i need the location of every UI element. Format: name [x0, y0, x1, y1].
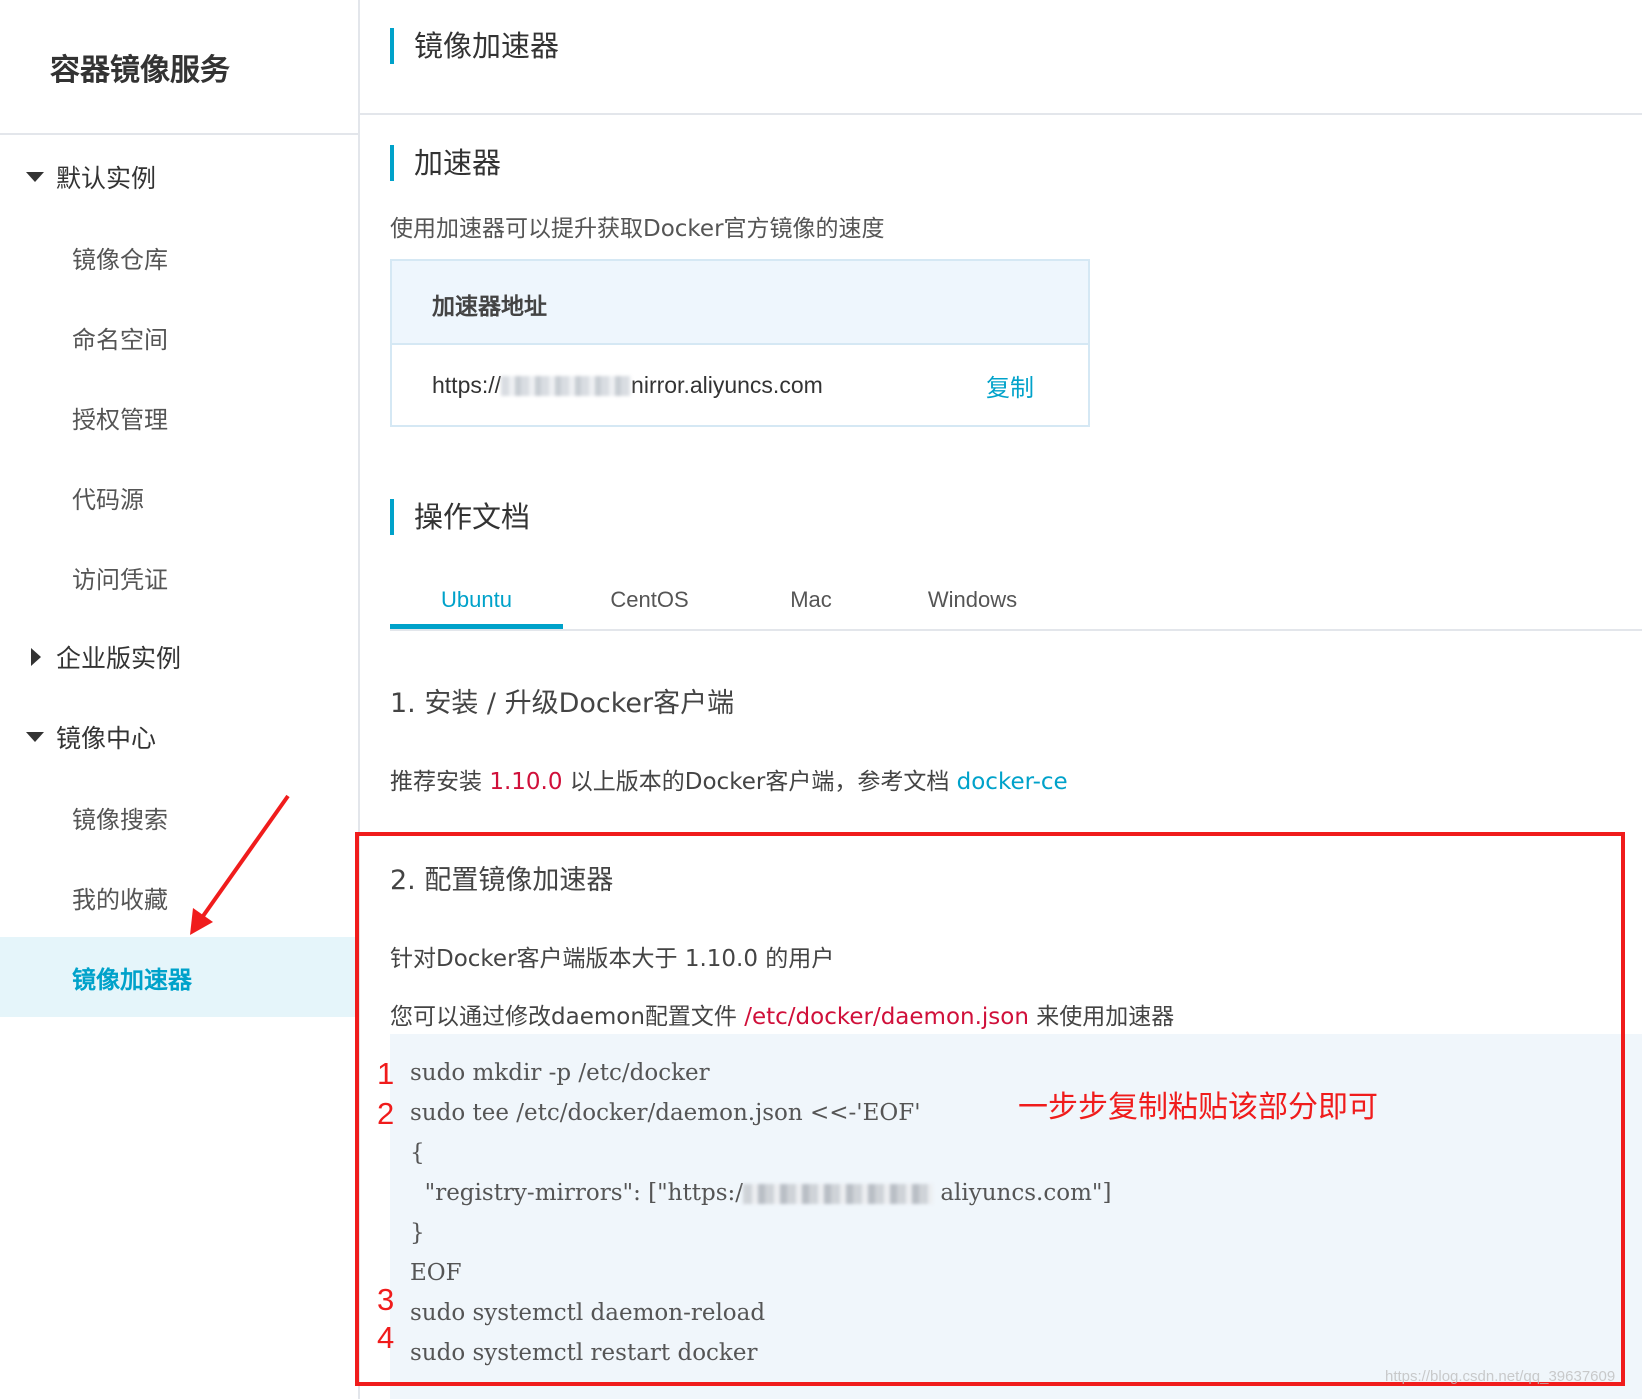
sidebar-group-label: 企业版实例 [56, 644, 182, 673]
caret-right-icon [26, 647, 52, 667]
annotation-number: 2 [377, 1096, 395, 1131]
watermark: https://blog.csdn.net/qq_39637609 [1385, 1368, 1616, 1385]
caret-down-icon [26, 167, 52, 187]
sidebar-item-image-search[interactable]: 镜像搜索 [0, 777, 358, 857]
page-root: 容器镜像服务 默认实例 镜像仓库 命名空间 授权管理 代码源 访问凭证 企业版实… [0, 0, 1642, 1399]
accelerator-heading: 加速器 [390, 145, 1642, 181]
step1-text-before: 推荐安装 [390, 769, 490, 795]
step1-text-middle: 以上版本的Docker客户端，参考文档 [562, 769, 957, 795]
accelerator-url: https:// nirror.aliyuncs.com [432, 372, 823, 399]
accelerator-address-row: https:// nirror.aliyuncs.com 复制 [392, 345, 1088, 425]
page-title: 镜像加速器 [390, 28, 1642, 64]
step1-title: 1. 安装 / 升级Docker客户端 [390, 688, 735, 719]
accelerator-url-suffix: nirror.aliyuncs.com [631, 371, 823, 398]
tab-ubuntu[interactable]: Ubuntu [390, 579, 563, 629]
sidebar-group-enterprise-instance[interactable]: 企业版实例 [0, 617, 358, 697]
page-header: 镜像加速器 [360, 0, 1642, 115]
sidebar-group-label: 镜像中心 [56, 724, 157, 753]
sidebar-title: 容器镜像服务 [0, 0, 358, 135]
sidebar-item-access-credentials[interactable]: 访问凭证 [0, 537, 358, 617]
accelerator-address-header: 加速器地址 [392, 261, 1088, 345]
caret-down-icon [26, 727, 52, 747]
sidebar-item-my-favorites[interactable]: 我的收藏 [0, 857, 358, 937]
sidebar-item-authorization[interactable]: 授权管理 [0, 377, 358, 457]
annotation-number: 3 [377, 1282, 395, 1317]
annotation-note: 一步步复制粘贴该部分即可 [1018, 1090, 1378, 1125]
sidebar-item-image-accelerator[interactable]: 镜像加速器 [0, 937, 358, 1017]
sidebar-group-image-center[interactable]: 镜像中心 [0, 697, 358, 777]
red-arrow-icon [190, 794, 290, 935]
tab-mac[interactable]: Mac [736, 579, 886, 629]
tab-centos[interactable]: CentOS [563, 579, 736, 629]
annotation-number: 4 [377, 1320, 395, 1355]
accelerator-url-prefix: https:// [432, 371, 502, 398]
os-tabs: Ubuntu CentOS Mac Windows [390, 579, 1642, 631]
annotation-number: 1 [377, 1056, 395, 1091]
accelerator-description: 使用加速器可以提升获取Docker官方镜像的速度 [390, 216, 885, 242]
sidebar-item-code-source[interactable]: 代码源 [0, 457, 358, 537]
docker-ce-link[interactable]: docker-ce [957, 769, 1068, 795]
sidebar: 容器镜像服务 默认实例 镜像仓库 命名空间 授权管理 代码源 访问凭证 企业版实… [0, 0, 360, 1399]
accelerator-address-box: 加速器地址 https:// nirror.aliyuncs.com 复制 [390, 259, 1090, 427]
sidebar-group-default-instance[interactable]: 默认实例 [0, 137, 358, 217]
copy-button[interactable]: 复制 [986, 368, 1034, 403]
blurred-text [501, 376, 632, 397]
tab-windows[interactable]: Windows [886, 579, 1059, 629]
sidebar-item-image-repo[interactable]: 镜像仓库 [0, 217, 358, 297]
step1-version: 1.10.0 [489, 769, 563, 795]
docs-heading: 操作文档 [390, 499, 1642, 535]
annotation-box [355, 832, 1625, 1386]
sidebar-group-label: 默认实例 [56, 164, 157, 193]
sidebar-item-namespace[interactable]: 命名空间 [0, 297, 358, 377]
step1-text: 推荐安装 1.10.0 以上版本的Docker客户端，参考文档 docker-c… [390, 762, 1642, 796]
